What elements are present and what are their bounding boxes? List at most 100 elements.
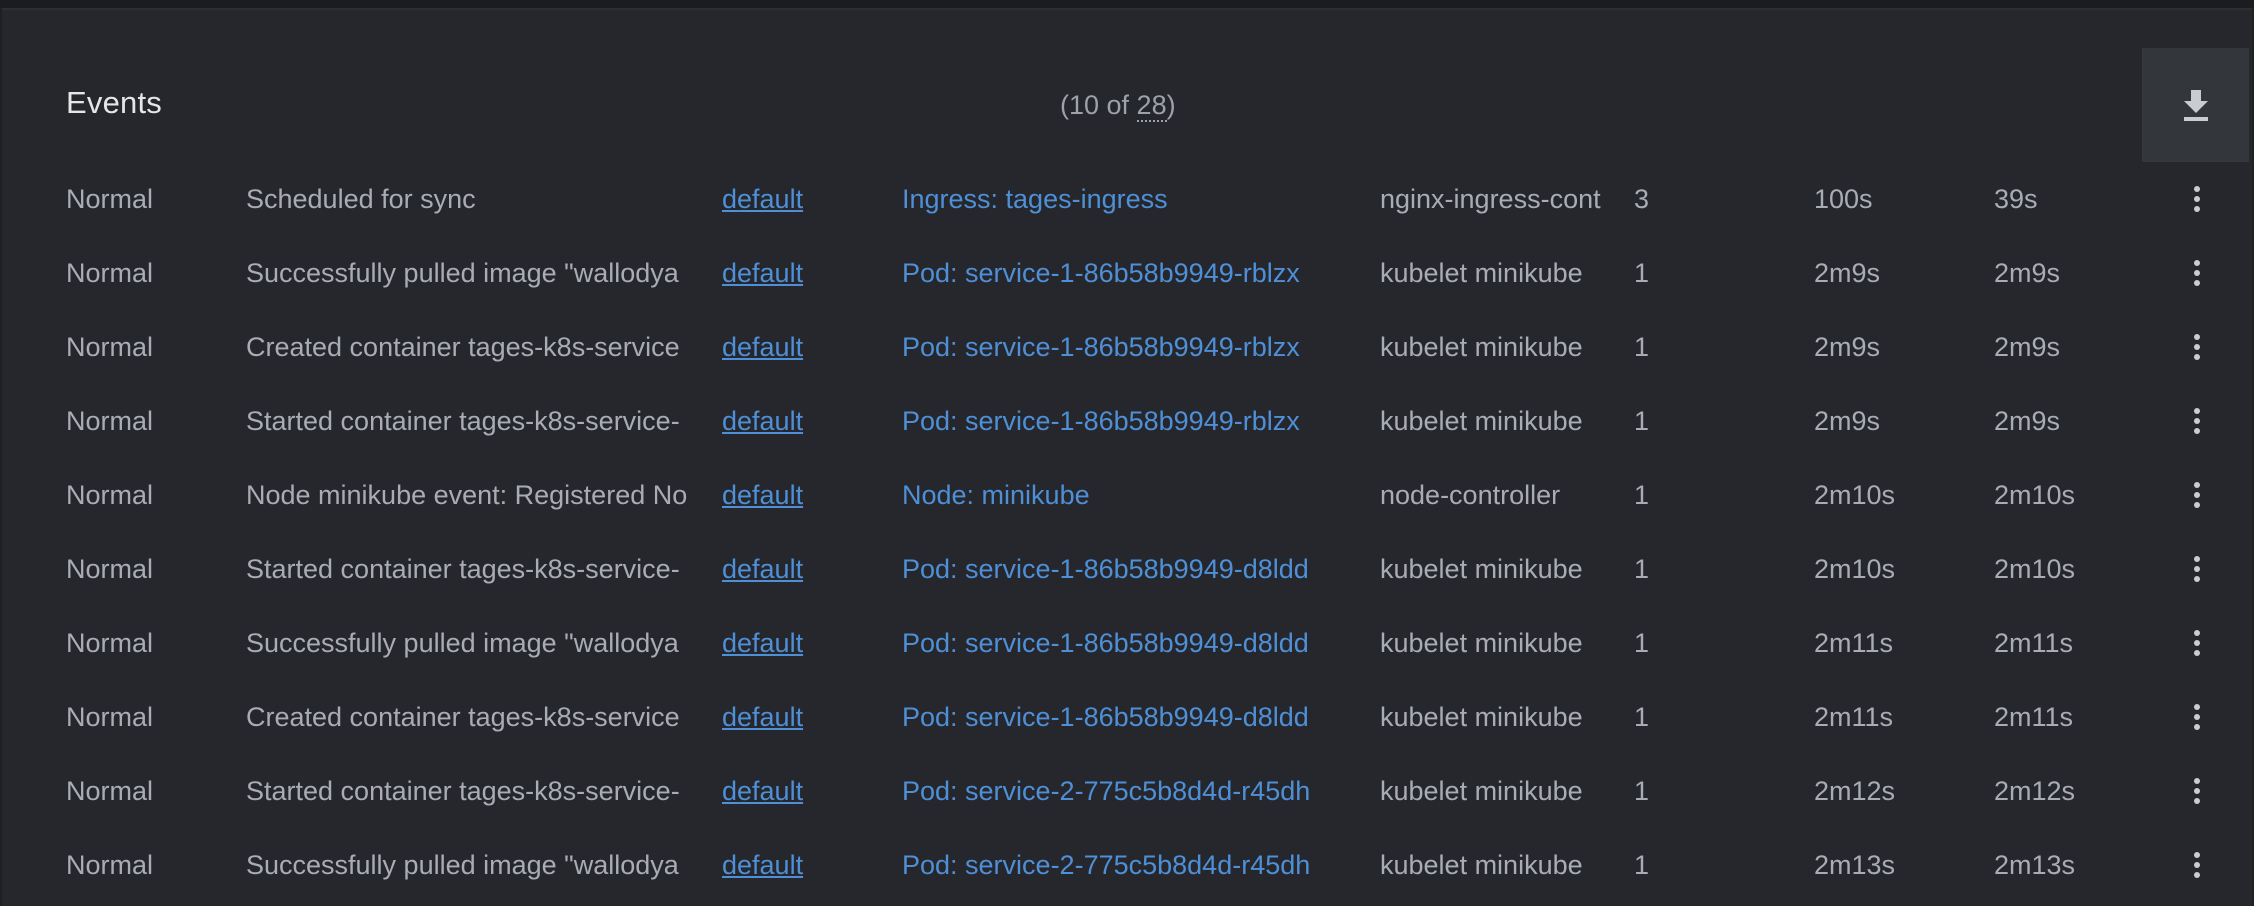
row-menu-button[interactable] <box>2172 532 2222 606</box>
more-vertical-icon <box>2194 334 2200 360</box>
namespace-link[interactable]: default <box>722 532 842 606</box>
namespace-link[interactable]: default <box>722 458 842 532</box>
object-link[interactable]: Pod: service-1-86b58b9949-d8ldd <box>902 532 1342 606</box>
object-link[interactable]: Pod: service-1-86b58b9949-d8ldd <box>902 680 1342 754</box>
event-source: kubelet minikube <box>1380 776 1583 806</box>
event-last-seen: 2m13s <box>1994 850 2076 880</box>
event-first-seen: 2m11s <box>1814 702 1894 732</box>
event-count: 1 <box>1634 406 1650 436</box>
event-message: Node minikube event: Registered No <box>246 480 688 510</box>
event-first-seen: 100s <box>1814 184 1873 214</box>
event-first-seen: 2m10s <box>1814 480 1896 510</box>
namespace-link[interactable]: default <box>722 828 842 902</box>
event-message: Created container tages-k8s-service <box>246 702 680 732</box>
row-menu-button[interactable] <box>2172 310 2222 384</box>
event-source: node-controller <box>1380 480 1561 510</box>
event-last-seen: 2m9s <box>1994 406 2061 436</box>
events-table: Normal Scheduled for sync default Ingres… <box>2 162 2252 902</box>
event-count: 3 <box>1634 184 1650 214</box>
object-link[interactable]: Node: minikube <box>902 458 1342 532</box>
event-type: Normal <box>66 258 154 288</box>
object-link[interactable]: Pod: service-1-86b58b9949-d8ldd <box>902 606 1342 680</box>
event-message: Successfully pulled image "wallodya <box>246 628 679 658</box>
event-first-seen: 2m12s <box>1814 776 1896 806</box>
event-first-seen: 2m9s <box>1814 406 1881 436</box>
row-menu-button[interactable] <box>2172 606 2222 680</box>
event-message: Started container tages-k8s-service- <box>246 776 680 806</box>
namespace-link[interactable]: default <box>722 606 842 680</box>
event-row: Normal Created container tages-k8s-servi… <box>2 680 2252 754</box>
event-message: Successfully pulled image "wallodya <box>246 258 679 288</box>
more-vertical-icon <box>2194 482 2200 508</box>
event-source: kubelet minikube <box>1380 702 1583 732</box>
event-row: Normal Scheduled for sync default Ingres… <box>2 162 2252 236</box>
object-link[interactable]: Pod: service-1-86b58b9949-rblzx <box>902 236 1342 310</box>
event-last-seen: 2m10s <box>1994 554 2076 584</box>
event-source: kubelet minikube <box>1380 406 1583 436</box>
event-row: Normal Created container tages-k8s-servi… <box>2 310 2252 384</box>
object-link[interactable]: Ingress: tages-ingress <box>902 162 1342 236</box>
event-message: Started container tages-k8s-service- <box>246 406 680 436</box>
item-count-prefix: (10 of <box>1060 90 1137 120</box>
object-link[interactable]: Pod: service-2-775c5b8d4d-r45dh <box>902 754 1342 828</box>
object-link[interactable]: Pod: service-2-775c5b8d4d-r45dh <box>902 828 1342 902</box>
more-vertical-icon <box>2194 852 2200 878</box>
item-count-total[interactable]: 28 <box>1136 90 1167 122</box>
more-vertical-icon <box>2194 778 2200 804</box>
namespace-link[interactable]: default <box>722 162 842 236</box>
object-link[interactable]: Pod: service-1-86b58b9949-rblzx <box>902 384 1342 458</box>
event-message: Successfully pulled image "wallodya <box>246 850 679 880</box>
event-count: 1 <box>1634 850 1650 880</box>
event-type: Normal <box>66 850 154 880</box>
event-row: Normal Successfully pulled image "wallod… <box>2 236 2252 310</box>
event-type: Normal <box>66 480 154 510</box>
namespace-link[interactable]: default <box>722 680 842 754</box>
row-menu-button[interactable] <box>2172 162 2222 236</box>
event-last-seen: 39s <box>1994 184 2038 214</box>
row-menu-button[interactable] <box>2172 754 2222 828</box>
event-type: Normal <box>66 554 154 584</box>
event-last-seen: 2m12s <box>1994 776 2076 806</box>
namespace-link[interactable]: default <box>722 754 842 828</box>
more-vertical-icon <box>2194 186 2200 212</box>
object-link[interactable]: Pod: service-1-86b58b9949-rblzx <box>902 310 1342 384</box>
event-source: nginx-ingress-cont <box>1380 184 1601 214</box>
event-row: Normal Successfully pulled image "wallod… <box>2 828 2252 902</box>
more-vertical-icon <box>2194 408 2200 434</box>
event-type: Normal <box>66 702 154 732</box>
event-source: kubelet minikube <box>1380 850 1583 880</box>
row-menu-button[interactable] <box>2172 458 2222 532</box>
namespace-link[interactable]: default <box>722 384 842 458</box>
event-type: Normal <box>66 184 154 214</box>
row-menu-button[interactable] <box>2172 384 2222 458</box>
event-source: kubelet minikube <box>1380 258 1583 288</box>
event-count: 1 <box>1634 258 1650 288</box>
event-count: 1 <box>1634 480 1650 510</box>
event-type: Normal <box>66 776 154 806</box>
item-count: (10 of 28) <box>1060 90 1176 122</box>
more-vertical-icon <box>2194 704 2200 730</box>
event-count: 1 <box>1634 776 1650 806</box>
namespace-link[interactable]: default <box>722 310 842 384</box>
event-first-seen: 2m9s <box>1814 332 1881 362</box>
event-message: Created container tages-k8s-service <box>246 332 680 362</box>
event-last-seen: 2m11s <box>1994 702 2074 732</box>
more-vertical-icon <box>2194 260 2200 286</box>
row-menu-button[interactable] <box>2172 680 2222 754</box>
event-first-seen: 2m11s <box>1814 628 1894 658</box>
download-icon <box>2183 90 2208 121</box>
namespace-link[interactable]: default <box>722 236 842 310</box>
event-message: Scheduled for sync <box>246 184 476 214</box>
event-row: Normal Started container tages-k8s-servi… <box>2 384 2252 458</box>
download-button[interactable] <box>2142 48 2249 162</box>
event-first-seen: 2m13s <box>1814 850 1896 880</box>
event-last-seen: 2m11s <box>1994 628 2074 658</box>
event-row: Normal Started container tages-k8s-servi… <box>2 532 2252 606</box>
row-menu-button[interactable] <box>2172 236 2222 310</box>
event-first-seen: 2m9s <box>1814 258 1881 288</box>
event-message: Started container tages-k8s-service- <box>246 554 680 584</box>
top-divider <box>0 0 2254 8</box>
item-count-suffix: ) <box>1166 90 1176 120</box>
row-menu-button[interactable] <box>2172 828 2222 902</box>
panel-title: Events <box>66 85 162 120</box>
